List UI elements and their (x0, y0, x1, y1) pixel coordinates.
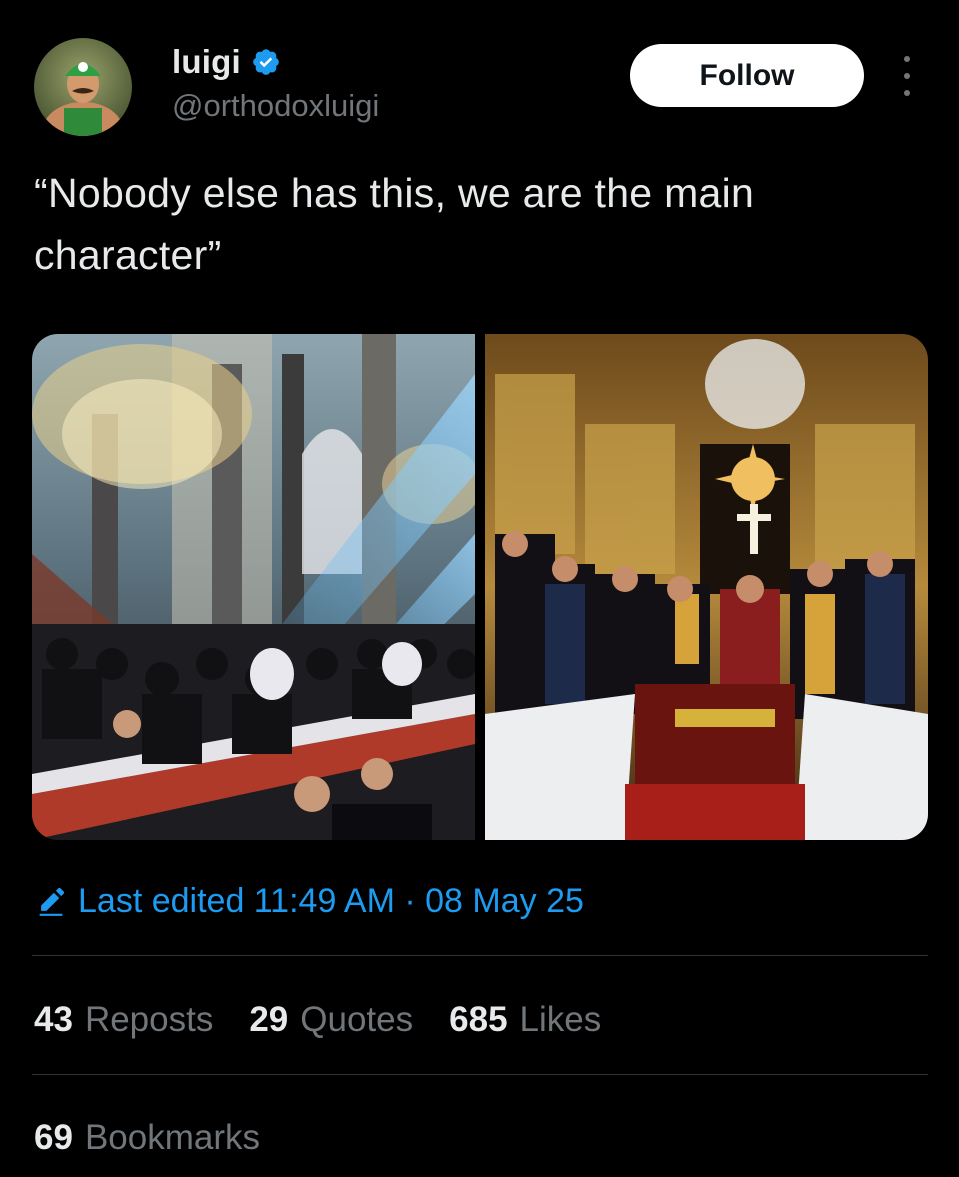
photo-synod-altar[interactable] (485, 334, 928, 840)
more-dot (904, 90, 910, 96)
display-name[interactable]: luigi (172, 43, 241, 81)
quotes-stat[interactable]: 29 Quotes (249, 1000, 413, 1040)
photo-synod-altar-icon (485, 334, 928, 840)
verified-badge-icon (253, 49, 279, 75)
quotes-label: Quotes (300, 1000, 414, 1039)
photo-synod-hall-icon (32, 334, 475, 840)
avatar[interactable] (34, 38, 132, 136)
reposts-label: Reposts (84, 1000, 214, 1039)
quotes-count: 29 (249, 1000, 289, 1039)
more-options-icon[interactable] (894, 56, 920, 96)
reposts-stat[interactable]: 43 Reposts (34, 1000, 213, 1040)
edit-history-link[interactable]: Last edited 11:49 AM · 08 May 25 (34, 878, 584, 924)
follow-button[interactable]: Follow (630, 44, 864, 107)
author-name-row[interactable]: luigi (172, 40, 281, 84)
author-handle[interactable]: @orthodoxluigi (172, 88, 379, 124)
likes-label: Likes (519, 1000, 602, 1039)
bookmarks-count: 69 (34, 1118, 73, 1157)
photo-synod-hall[interactable] (32, 334, 475, 840)
divider (32, 1074, 928, 1075)
avatar-luigi-icon (34, 38, 132, 136)
tweet-container: luigi @orthodoxluigi Follow “Nobody else… (0, 0, 959, 1177)
likes-stat[interactable]: 685 Likes (449, 1000, 601, 1040)
tweet-text: “Nobody else has this, we are the main c… (34, 170, 755, 278)
reposts-count: 43 (34, 1000, 73, 1039)
pencil-icon (39, 887, 65, 916)
divider (32, 955, 928, 956)
more-dot (904, 56, 910, 62)
more-dot (904, 73, 910, 79)
bookmarks-label: Bookmarks (84, 1118, 260, 1157)
likes-count: 685 (449, 1000, 508, 1039)
media-grid (32, 334, 928, 840)
edited-label[interactable]: Last edited 11:49 AM · 08 May 25 (78, 882, 584, 921)
engagement-stats: 43 Reposts 29 Quotes 685 Likes (34, 996, 637, 1044)
bookmarks-stat[interactable]: 69 Bookmarks (34, 1114, 260, 1162)
